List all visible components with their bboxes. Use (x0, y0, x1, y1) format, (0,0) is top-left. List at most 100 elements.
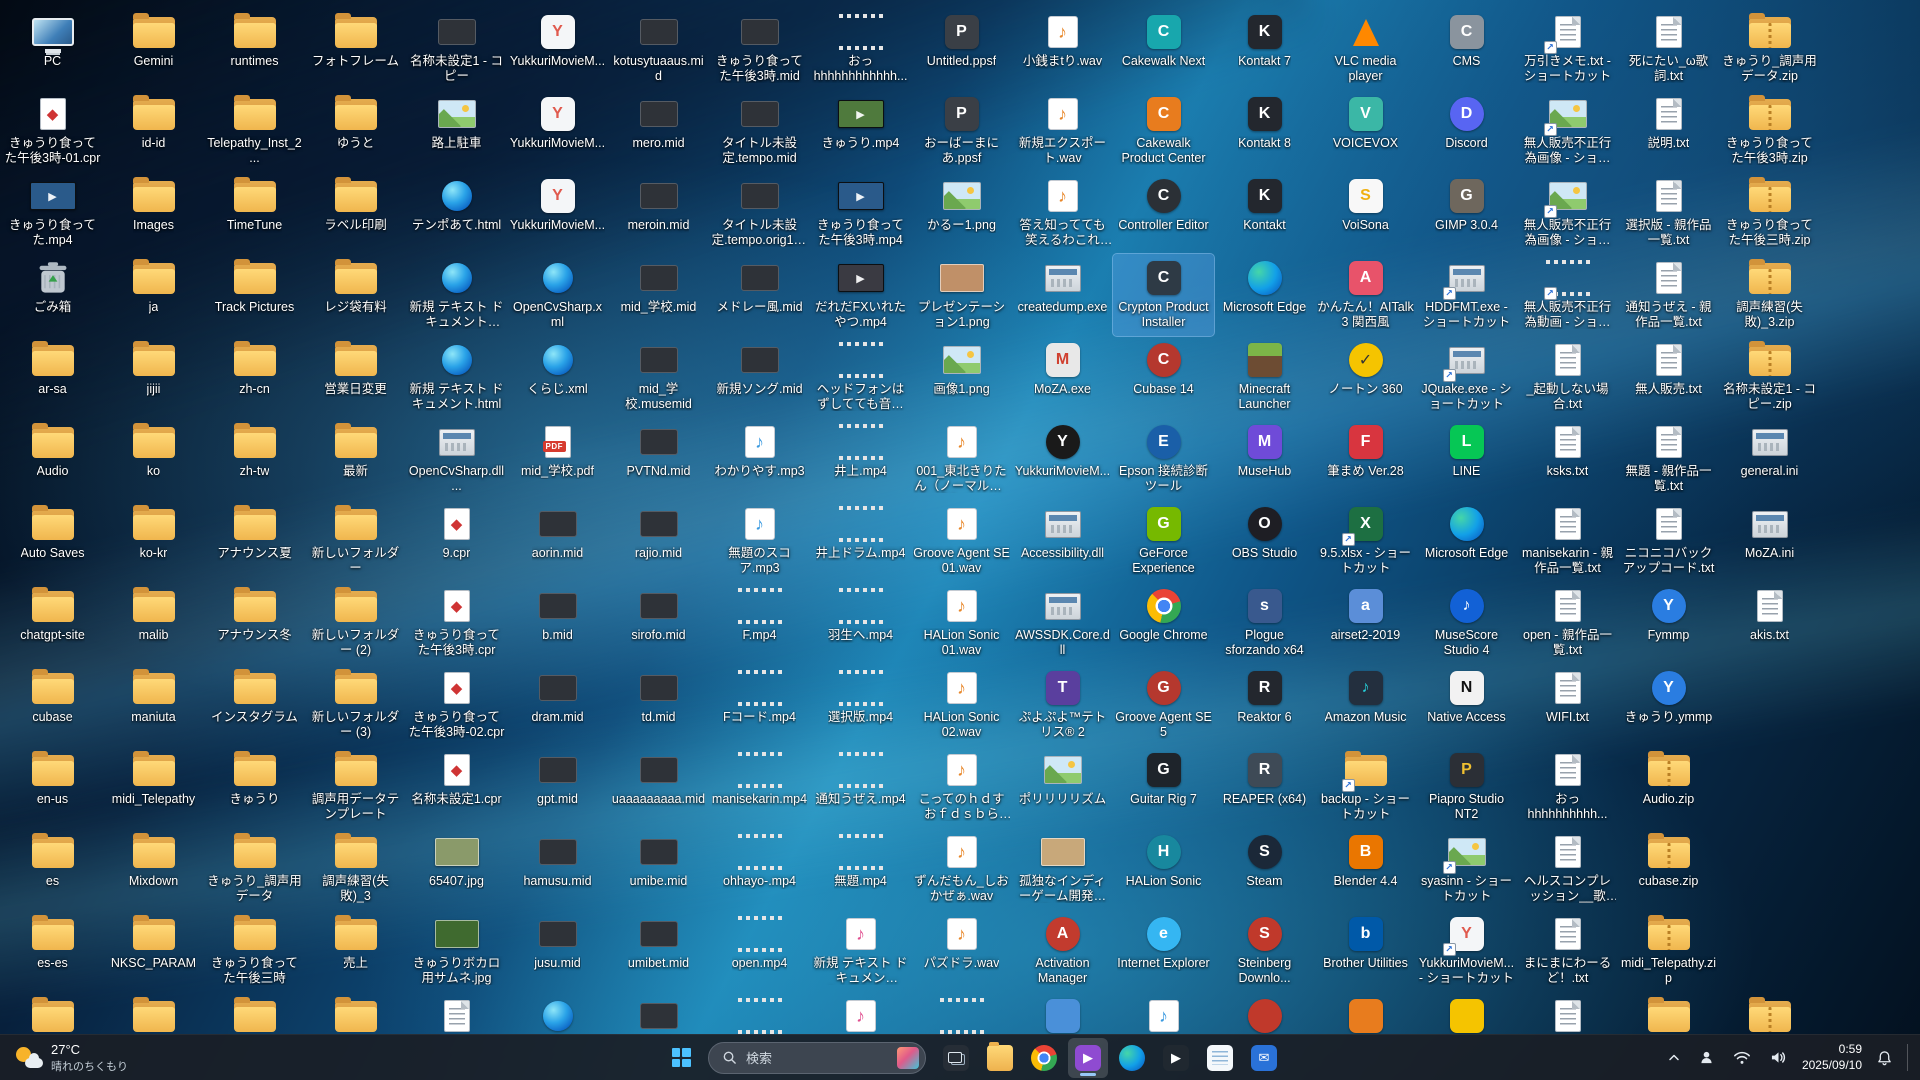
desktop-icon[interactable]: createdump.exe (1012, 254, 1113, 336)
desktop-icon[interactable]: きゅうり_調声用データ (204, 828, 305, 910)
desktop-icon[interactable]: 井上.mp4 (810, 418, 911, 500)
desktop-icon[interactable]: Minecraft Launcher (1214, 336, 1315, 418)
desktop-icon[interactable]: S Steinberg Downlo... (1214, 910, 1315, 992)
desktop-icon[interactable]: zh-cn (204, 336, 305, 418)
desktop-icon[interactable]: a airset2-2019 (1315, 582, 1416, 664)
desktop-icon[interactable]: Y YukkuriMovieM... (507, 90, 608, 172)
desktop-icon[interactable]: きゅうり_調声用データ.zip (1719, 8, 1820, 90)
desktop-icon[interactable]: R REAPER (x64) (1214, 746, 1315, 828)
people-tray-button[interactable] (1695, 1046, 1718, 1069)
desktop-icon[interactable]: E Epson 接続診断ツール (1113, 418, 1214, 500)
desktop-icon[interactable]: malib (103, 582, 204, 664)
desktop-icon[interactable]: ko-kr (103, 500, 204, 582)
desktop-icon[interactable]: C Cubase 14 (1113, 336, 1214, 418)
desktop-icon[interactable]: A かんたん！AITalk 3 関西風 (1315, 254, 1416, 336)
desktop-icon[interactable]: Y YukkuriMovieM... (1012, 418, 1113, 500)
desktop-icon[interactable]: 新しいフォルダー (2) (305, 582, 406, 664)
desktop-icon[interactable]: C Cakewalk Product Center (1113, 90, 1214, 172)
desktop-icon[interactable]: 画像1.png (911, 336, 1012, 418)
desktop-icon[interactable]: umibe.mid (608, 828, 709, 910)
desktop-icon[interactable]: rajio.mid (608, 500, 709, 582)
desktop-icon[interactable]: K Kontakt 8 (1214, 90, 1315, 172)
desktop-icon[interactable]: ♪ 新規エクスポート.wav (1012, 90, 1113, 172)
desktop-icon[interactable]: Mixdown (103, 828, 204, 910)
desktop-icon[interactable]: ラベル印刷 (305, 172, 406, 254)
desktop-icon[interactable]: Gemini (103, 8, 204, 90)
desktop-icon[interactable]: ヘッドフォンはずしてても音が聞く.mp4 (810, 336, 911, 418)
desktop-icon[interactable]: 名称未設定1 - コピー (406, 8, 507, 90)
desktop-icon[interactable]: Track Pictures (204, 254, 305, 336)
desktop-icon[interactable]: Y YukkuriMovieM... (507, 172, 608, 254)
desktop-icon[interactable]: PDF mid_学校.pdf (507, 418, 608, 500)
desktop-icon[interactable]: PC (2, 8, 103, 90)
desktop-icon[interactable]: アナウンス冬 (204, 582, 305, 664)
desktop-icon[interactable]: maniuta (103, 664, 204, 746)
desktop-icon[interactable]: 路上駐車 (406, 90, 507, 172)
desktop-icon[interactable]: 羽生へ.mp4 (810, 582, 911, 664)
desktop-icon[interactable]: kotusytuaaus.mid (608, 8, 709, 90)
desktop-icon[interactable]: ✓ ノートン 360 (1315, 336, 1416, 418)
desktop-icon[interactable]: レジ袋有料 (305, 254, 406, 336)
desktop-icon[interactable]: ↗ JQuake.exe - ショートカット (1416, 336, 1517, 418)
desktop-icon[interactable]: Y きゅうり.ymmp (1618, 664, 1719, 746)
desktop-icon[interactable]: AWSSDK.Core.dll (1012, 582, 1113, 664)
desktop-icon[interactable]: ↗ backup - ショートカット (1315, 746, 1416, 828)
desktop-icon[interactable]: open - 親作品一覧.txt (1517, 582, 1618, 664)
desktop-icon[interactable]: ◆ きゅうり食ってた午後3時.cpr (406, 582, 507, 664)
desktop-icon[interactable]: ごみ箱 (2, 254, 103, 336)
desktop-icon[interactable]: 選択版 - 親作品一覧.txt (1618, 172, 1719, 254)
desktop-icon[interactable]: ♪ Groove Agent SE 01.wav (911, 500, 1012, 582)
desktop-icon[interactable]: 調声練習(失敗)_3 (305, 828, 406, 910)
desktop-icon[interactable]: きゅうり食ってた午後3時.zip (1719, 90, 1820, 172)
desktop-icon[interactable]: きゅうり (204, 746, 305, 828)
desktop-icon[interactable]: MoZA.ini (1719, 500, 1820, 582)
desktop-icon[interactable]: Audio (2, 418, 103, 500)
desktop-icon[interactable]: タイトル未設定.tempo.orig1.mid (709, 172, 810, 254)
tray-overflow-button[interactable] (1664, 1048, 1684, 1068)
desktop-icon[interactable]: OpenCvSharp.dll... (406, 418, 507, 500)
desktop-icon[interactable]: S VoiSona (1315, 172, 1416, 254)
desktop-icon[interactable]: 新規ソング.mid (709, 336, 810, 418)
notification-bell-button[interactable] (1873, 1046, 1896, 1070)
desktop-icon[interactable]: ♪ 小銭まtり.wav (1012, 8, 1113, 90)
desktop-icon[interactable]: Microsoft Edge (1416, 500, 1517, 582)
desktop-icon[interactable]: Y Fymmp (1618, 582, 1719, 664)
chrome-icon[interactable] (1024, 1038, 1064, 1078)
desktop-icon[interactable]: メドレー風.mid (709, 254, 810, 336)
desktop-icon[interactable]: id-id (103, 90, 204, 172)
desktop-icon[interactable]: 井上ドラム.mp4 (810, 500, 911, 582)
notepad-icon[interactable] (1200, 1038, 1240, 1078)
desktop-icon[interactable]: ♪ 無題のスコア.mp3 (709, 500, 810, 582)
desktop-icon[interactable]: chatgpt-site (2, 582, 103, 664)
desktop-icon[interactable]: ◆ きゅうり食ってた午後3時-01.cpr (2, 90, 103, 172)
search-box[interactable]: 検索 (708, 1041, 926, 1074)
desktop-icon[interactable]: テンポあて.html (406, 172, 507, 254)
desktop-icon[interactable]: 最新 (305, 418, 406, 500)
desktop-icon[interactable]: G Guitar Rig 7 (1113, 746, 1214, 828)
desktop-icon[interactable]: dram.mid (507, 664, 608, 746)
desktop-icon[interactable]: Y YukkuriMovieM... (507, 8, 608, 90)
desktop-icon[interactable]: ヘルスコンプレッション__歌詞.txt (1517, 828, 1618, 910)
desktop-icon[interactable]: en-us (2, 746, 103, 828)
desktop-icon[interactable]: OpenCvSharp.xml (507, 254, 608, 336)
desktop-icon[interactable]: zh-tw (204, 418, 305, 500)
desktop-icon[interactable]: おっhhhhhhhhhhhh... (810, 8, 911, 90)
desktop-icon[interactable]: manisekarin - 親作品一覧.txt (1517, 500, 1618, 582)
clipchamp-icon[interactable]: ▶ (1068, 1037, 1108, 1078)
desktop-icon[interactable]: ◆ 9.cpr (406, 500, 507, 582)
desktop-icon[interactable]: open.mp4 (709, 910, 810, 992)
desktop-icon[interactable]: ゆうと (305, 90, 406, 172)
desktop-icon[interactable]: 選択版.mp4 (810, 664, 911, 746)
taskbar-clock[interactable]: 0:59 2025/09/10 (1802, 1042, 1862, 1073)
desktop-icon[interactable]: ↗無人販売不正行為画像 - ショートカット (1517, 172, 1618, 254)
desktop-icon[interactable]: きゅうり食ってた午後3時.mp4 (810, 172, 911, 254)
desktop-icon[interactable]: V VOICEVOX (1315, 90, 1416, 172)
desktop-icon[interactable]: 新しいフォルダー (3) (305, 664, 406, 746)
desktop-icon[interactable]: 孤独なインディーゲーム開発者の一生... (1012, 828, 1113, 910)
desktop-icon[interactable]: きゅうり食ってた午後三時.zip (1719, 172, 1820, 254)
desktop-icon[interactable]: R Reaktor 6 (1214, 664, 1315, 746)
desktop-icon[interactable]: ♪こってのｈｄすおｆｄｓｂら品.wav (911, 746, 1012, 828)
desktop-icon[interactable]: aorin.mid (507, 500, 608, 582)
media-player-icon[interactable]: ▶ (1156, 1038, 1196, 1078)
desktop-icon[interactable]: mero.mid (608, 90, 709, 172)
